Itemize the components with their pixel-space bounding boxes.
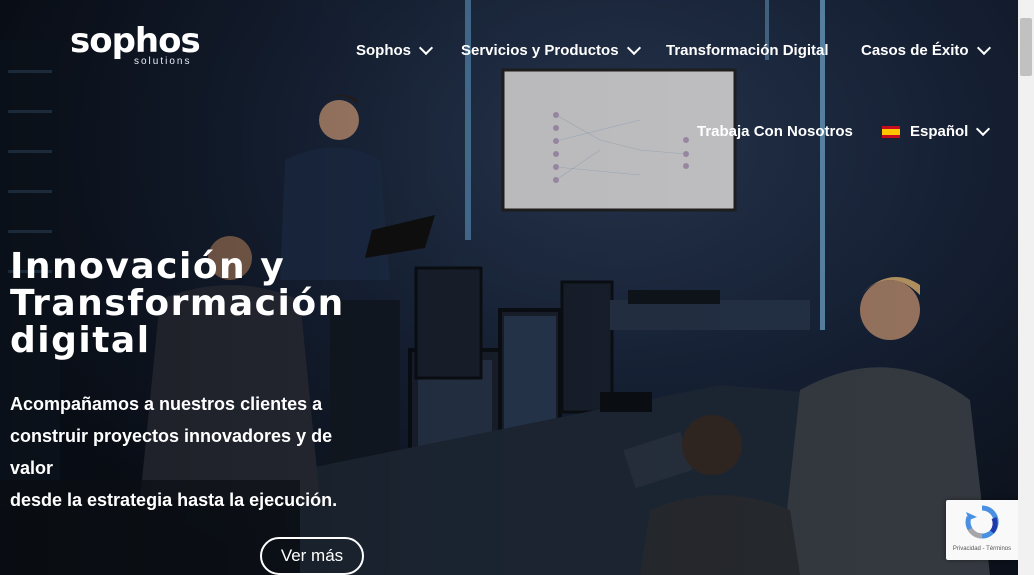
brand-tagline: solutions	[134, 56, 192, 67]
nav-item-label: Trabaja Con Nosotros	[697, 123, 853, 140]
chevron-down-icon	[976, 121, 991, 136]
language-selector[interactable]: Español	[882, 121, 991, 140]
nav-item-label: Servicios y Productos	[461, 42, 619, 59]
hero-description-line: construir proyectos innovadores y de val…	[10, 426, 333, 478]
hero-title: Innovación y Transformación digital	[10, 248, 430, 359]
nav-item-servicios-y-productos[interactable]: Servicios y Productos	[461, 40, 641, 59]
hero-title-line: Innovación y	[10, 246, 286, 287]
scrollbar-thumb[interactable]	[1020, 18, 1032, 76]
recaptcha-legal-text[interactable]: Privacidad - Términos	[946, 546, 1018, 552]
spain-flag-icon	[882, 125, 900, 138]
chevron-down-icon	[976, 40, 991, 55]
nav-item-transformacion-digital[interactable]: Transformación Digital	[666, 42, 829, 59]
chevron-down-icon	[418, 40, 434, 55]
hero-description-line: Acompañamos a nuestros clientes a	[10, 394, 323, 414]
nav-item-sophos[interactable]: Sophos	[356, 40, 434, 59]
ver-mas-button[interactable]: Ver más	[260, 537, 364, 575]
chevron-down-icon	[626, 40, 641, 55]
hero-description-line: desde la estrategia hasta la ejecución.	[10, 490, 338, 510]
brand-logo[interactable]: sophos solutions	[70, 21, 201, 67]
nav-item-label: Transformación Digital	[666, 42, 829, 59]
page-scrollbar[interactable]	[1018, 0, 1034, 575]
nav-item-trabaja-con-nosotros[interactable]: Trabaja Con Nosotros	[697, 123, 853, 140]
recaptcha-icon	[965, 505, 999, 539]
hero-title-line: digital	[10, 320, 151, 361]
hero-title-line: Transformación	[10, 283, 345, 324]
nav-item-label: Casos de Éxito	[861, 42, 969, 59]
nav-item-label: Sophos	[356, 42, 411, 59]
recaptcha-badge[interactable]: Privacidad - Términos	[946, 500, 1018, 560]
language-label: Español	[910, 123, 969, 140]
hero-description: Acompañamos a nuestros clientes a constr…	[10, 388, 370, 516]
brand-name: sophos	[70, 21, 201, 61]
nav-item-casos-de-exito[interactable]: Casos de Éxito	[861, 40, 991, 59]
